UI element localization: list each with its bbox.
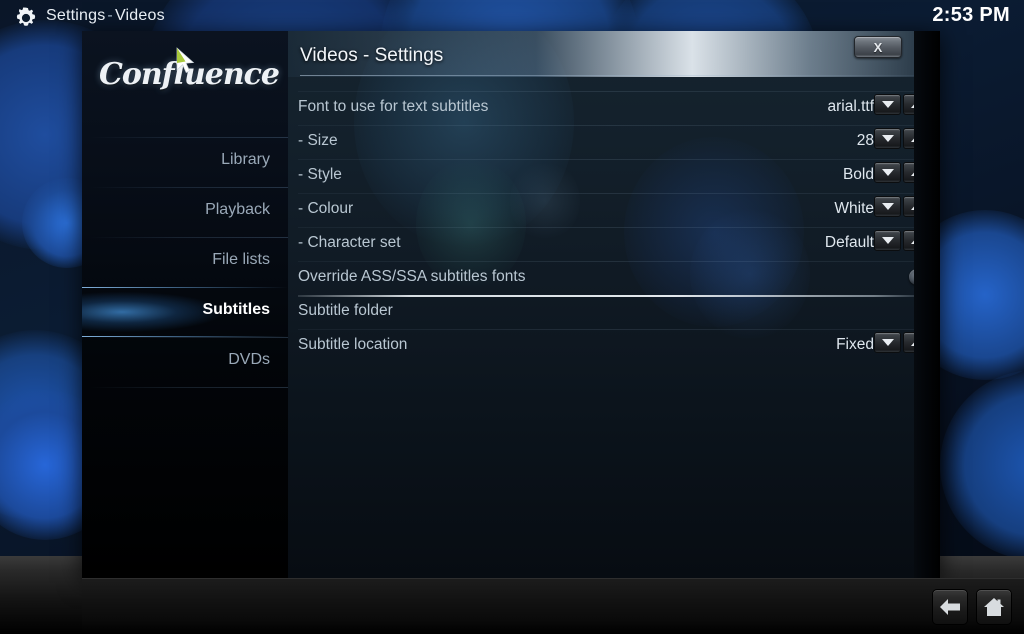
sidebar-item-label: Playback: [205, 201, 270, 218]
chevron-down-icon: [881, 101, 894, 108]
settings-list: Font to use for text subtitles arial.ttf…: [288, 91, 940, 363]
row-separator: [298, 193, 924, 194]
settings-panel: Videos - Settings Font to use for text s…: [288, 31, 940, 579]
breadcrumb-app-label: Settings: [46, 7, 106, 24]
chevron-down-icon: [881, 237, 894, 244]
breadcrumb: Settings - Videos: [46, 7, 165, 25]
spinner-down-button[interactable]: [874, 196, 901, 217]
setting-value: Bold: [842, 166, 874, 183]
spinner-down-button[interactable]: [874, 94, 901, 115]
setting-row-colour[interactable]: - Colour White: [288, 193, 940, 227]
sidebar-item-label: Subtitles: [202, 301, 270, 318]
chevron-down-icon: [881, 169, 894, 176]
setting-row-size[interactable]: - Size 28: [288, 125, 940, 159]
home-icon: [984, 598, 1004, 616]
setting-row-subtitle-folder[interactable]: Subtitle folder: [288, 295, 940, 329]
sidebar-separator: [90, 187, 288, 188]
spinner-down-button[interactable]: [874, 332, 901, 353]
setting-label: Subtitle location: [298, 336, 408, 353]
sidebar-item-dvds[interactable]: DVDs: [82, 337, 288, 387]
breadcrumb-section-label: Videos: [114, 7, 165, 24]
breadcrumb-separator: -: [107, 7, 113, 24]
chevron-down-icon: [881, 135, 894, 142]
setting-label: - Style: [298, 166, 342, 183]
clock: 2:53 PM: [932, 4, 1010, 26]
gear-icon[interactable]: [14, 6, 38, 30]
row-separator: [298, 329, 924, 330]
sidebar-menu: Library Playback File lists Subtitles DV…: [82, 137, 288, 437]
home-button[interactable]: [976, 589, 1012, 625]
settings-dialog: Confluence Library Playback File lists S…: [82, 31, 940, 579]
setting-label: Override ASS/SSA subtitles fonts: [298, 268, 526, 285]
spinner-down-button[interactable]: [874, 162, 901, 183]
setting-value: Default: [824, 234, 874, 251]
sidebar-separator: [90, 137, 288, 138]
close-icon[interactable]: X: [854, 36, 902, 58]
chevron-down-icon: [881, 203, 894, 210]
setting-label: - Size: [298, 132, 338, 149]
sidebar-item-label: Library: [221, 151, 270, 168]
page-title: Videos - Settings: [300, 45, 444, 66]
row-separator: [298, 125, 924, 126]
sidebar-separator: [90, 337, 288, 338]
sidebar-separator: [90, 387, 288, 388]
row-separator: [298, 227, 924, 228]
setting-value: 28: [856, 132, 874, 149]
setting-row-character-set[interactable]: - Character set Default: [288, 227, 940, 261]
row-separator: [298, 91, 924, 92]
spinner-down-button[interactable]: [874, 230, 901, 251]
setting-label: - Character set: [298, 234, 401, 251]
sidebar-item-label: DVDs: [228, 351, 270, 368]
row-separator: [298, 159, 924, 160]
setting-label: - Colour: [298, 200, 354, 217]
back-button[interactable]: [932, 589, 968, 625]
setting-row-override-ass-ssa[interactable]: Override ASS/SSA subtitles fonts: [288, 261, 940, 295]
setting-label: Font to use for text subtitles: [298, 98, 489, 115]
confluence-logo: Confluence: [82, 41, 288, 117]
panel-scrollbar[interactable]: [914, 31, 940, 579]
bottom-navigation-bar: [82, 578, 1024, 634]
sidebar-item-playback[interactable]: Playback: [82, 187, 288, 237]
row-separator: [298, 261, 924, 262]
setting-value: Fixed: [836, 336, 874, 353]
settings-sidebar: Confluence Library Playback File lists S…: [82, 31, 288, 579]
sidebar-item-subtitles[interactable]: Subtitles: [82, 287, 288, 337]
setting-row-style[interactable]: - Style Bold: [288, 159, 940, 193]
setting-value: White: [834, 200, 874, 217]
cursor-arrow-icon: [176, 47, 195, 73]
setting-value: arial.ttf: [827, 98, 874, 115]
sidebar-selection-top-edge: [82, 287, 288, 288]
chevron-down-icon: [881, 339, 894, 346]
sidebar-separator: [90, 237, 288, 238]
sidebar-item-file-lists[interactable]: File lists: [82, 237, 288, 287]
spinner-down-button[interactable]: [874, 128, 901, 149]
setting-row-subtitle-location[interactable]: Subtitle location Fixed: [288, 329, 940, 363]
sidebar-item-label: File lists: [212, 251, 270, 268]
sidebar-item-library[interactable]: Library: [82, 137, 288, 187]
setting-row-font[interactable]: Font to use for text subtitles arial.ttf: [288, 91, 940, 125]
back-arrow-icon: [940, 599, 960, 615]
sidebar-end-separator: [82, 387, 288, 437]
title-underline: [300, 75, 928, 76]
setting-label: Subtitle folder: [298, 302, 393, 319]
top-bar: Settings - Videos 2:53 PM: [0, 0, 1024, 36]
row-separator-bright: [298, 295, 924, 297]
